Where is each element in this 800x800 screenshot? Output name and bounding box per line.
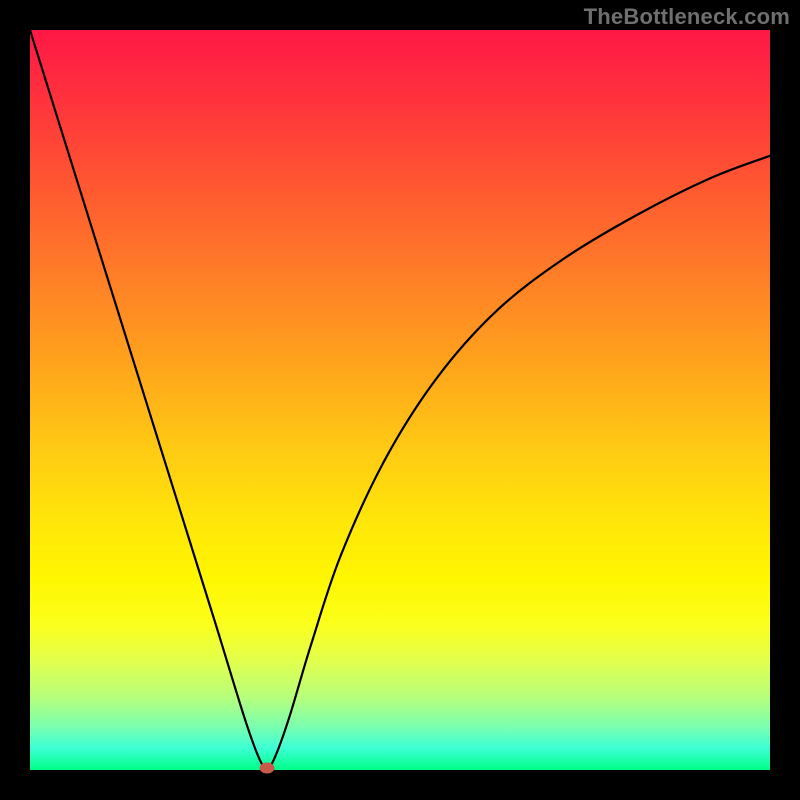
min-marker-icon <box>259 762 274 773</box>
bottleneck-curve <box>30 30 770 770</box>
plot-area <box>30 30 770 770</box>
watermark-text: TheBottleneck.com <box>584 4 790 30</box>
chart-frame: TheBottleneck.com <box>0 0 800 800</box>
